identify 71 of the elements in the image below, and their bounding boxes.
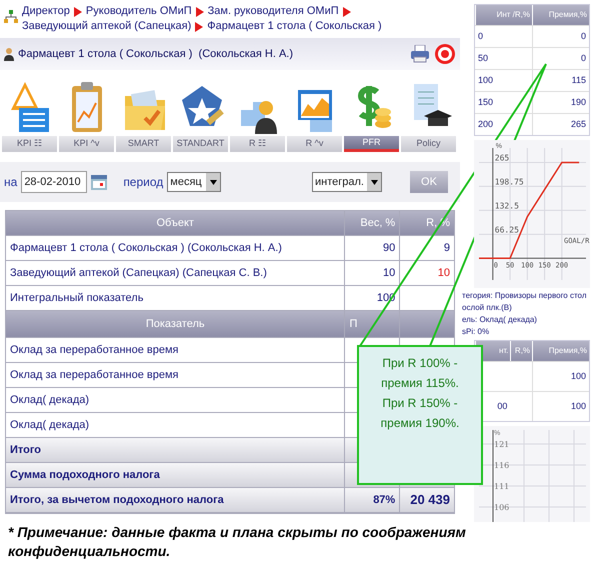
footnote: * Примечание: данные факта и плана скрыты по соображениям конфиденциальности. xyxy=(8,523,467,561)
hierarchy-icon xyxy=(4,10,18,24)
detail-text: тегория: Провизоры первого стол xyxy=(462,290,588,302)
period-select[interactable]: месяц xyxy=(167,172,222,192)
table-cell: 9 xyxy=(399,236,454,260)
breadcrumb-link[interactable]: Фармацевт 1 стола ( Сокольская ) xyxy=(207,19,382,34)
header-title: Фармацевт 1 стола ( Сокольская ) (Сокольская Н. А.) xyxy=(18,46,294,62)
table-cell: 10 xyxy=(344,261,400,285)
table-cell-text: Оклад за переработанное время xyxy=(9,342,180,358)
caret-icon xyxy=(370,180,378,184)
tab[interactable]: SMART xyxy=(116,136,171,152)
axis-label: 111 xyxy=(494,482,510,491)
table-cell-text: 100 xyxy=(477,74,494,87)
column-header: Вес, % xyxy=(344,211,400,235)
mode-select[interactable]: интеграл. xyxy=(312,172,382,192)
triangle-icon xyxy=(74,6,82,16)
tab[interactable]: STANDART xyxy=(173,136,228,152)
detail-text: ель: Оклад( декада) xyxy=(462,314,538,326)
person-icon xyxy=(4,47,14,61)
table-cell-text: 200 xyxy=(477,118,494,131)
triangle-icon xyxy=(342,6,351,16)
breadcrumb-link[interactable]: Директор xyxy=(22,4,70,19)
total-cell: 20 439 xyxy=(399,488,454,512)
table-cell-text: Оклад( декада) xyxy=(9,392,90,408)
caret-icon xyxy=(210,180,217,184)
breadcrumb-link[interactable]: Заведующий аптекой (Сапецкая) xyxy=(22,19,192,34)
total-cell: 87% xyxy=(344,488,400,512)
tab[interactable]: KPI ^v xyxy=(59,136,114,152)
tab[interactable]: R ^v xyxy=(287,136,342,152)
axis-label: 265 xyxy=(494,153,510,162)
total-cell-text: Сумма подоходного налога xyxy=(9,468,161,483)
total-cell-text: Итого, за вычетом подоходного налога xyxy=(9,492,225,508)
axis-label: 121 xyxy=(494,440,510,449)
table-cell-text: 0 xyxy=(477,30,484,43)
axis-label: 106 xyxy=(494,503,510,512)
table-cell: 100 xyxy=(532,392,589,421)
table-cell-text: Оклад( декада) xyxy=(9,418,90,433)
axis-label: 66.25 xyxy=(494,225,519,234)
detail-text: sPi: 0% xyxy=(462,326,490,338)
column-header: Показатель xyxy=(144,316,206,332)
tab[interactable]: Policy xyxy=(401,136,456,152)
column-header: П xyxy=(344,311,400,337)
table-cell: 265 xyxy=(532,114,589,135)
total-cell-text: Итого xyxy=(9,442,42,458)
table-cell-text: 150 xyxy=(477,96,494,109)
date-field[interactable]: 28-02-2010 xyxy=(21,171,88,193)
breadcrumb-link[interactable]: Руководитель ОМиП xyxy=(86,4,192,19)
printer-icon[interactable] xyxy=(410,45,430,63)
tab[interactable]: R ☷ xyxy=(230,136,285,152)
table-cell: 90 xyxy=(344,236,400,260)
detail-text: ослой плк.(В) xyxy=(462,302,513,314)
table-cell-text: 50 xyxy=(477,52,490,65)
table-cell-text: 00 xyxy=(496,400,508,413)
target-icon[interactable] xyxy=(434,43,456,65)
table-cell-text: Заведующий аптекой (Сапецкая) (Сапецкая С. В.) xyxy=(9,266,268,281)
date-label: на xyxy=(4,174,18,191)
axis-label: 198.75 xyxy=(494,177,524,186)
callout-text: При R 100% - премия 115%. xyxy=(380,355,460,392)
table-cell-text: Оклад за переработанное время xyxy=(9,368,180,383)
tab[interactable]: PFR xyxy=(344,136,399,152)
column-header: Объект xyxy=(155,216,195,231)
period-label: период xyxy=(123,174,164,191)
tab[interactable]: KPI ☷ xyxy=(2,136,57,152)
calendar-icon[interactable] xyxy=(91,174,108,190)
callout-text: При R 150% - премия 190%. xyxy=(380,395,460,432)
axis-label: 116 xyxy=(494,461,510,470)
table-cell-text: Фармацевт 1 стола ( Сокольская ) (Сокольская Н. А.) xyxy=(9,240,283,256)
table-cell: 10 xyxy=(399,261,454,285)
axis-label: 132.5 xyxy=(494,201,519,210)
breadcrumb-link[interactable]: Зам. руководителя ОМиП xyxy=(208,4,339,19)
table-cell-text: Интегральный показатель xyxy=(9,290,144,306)
